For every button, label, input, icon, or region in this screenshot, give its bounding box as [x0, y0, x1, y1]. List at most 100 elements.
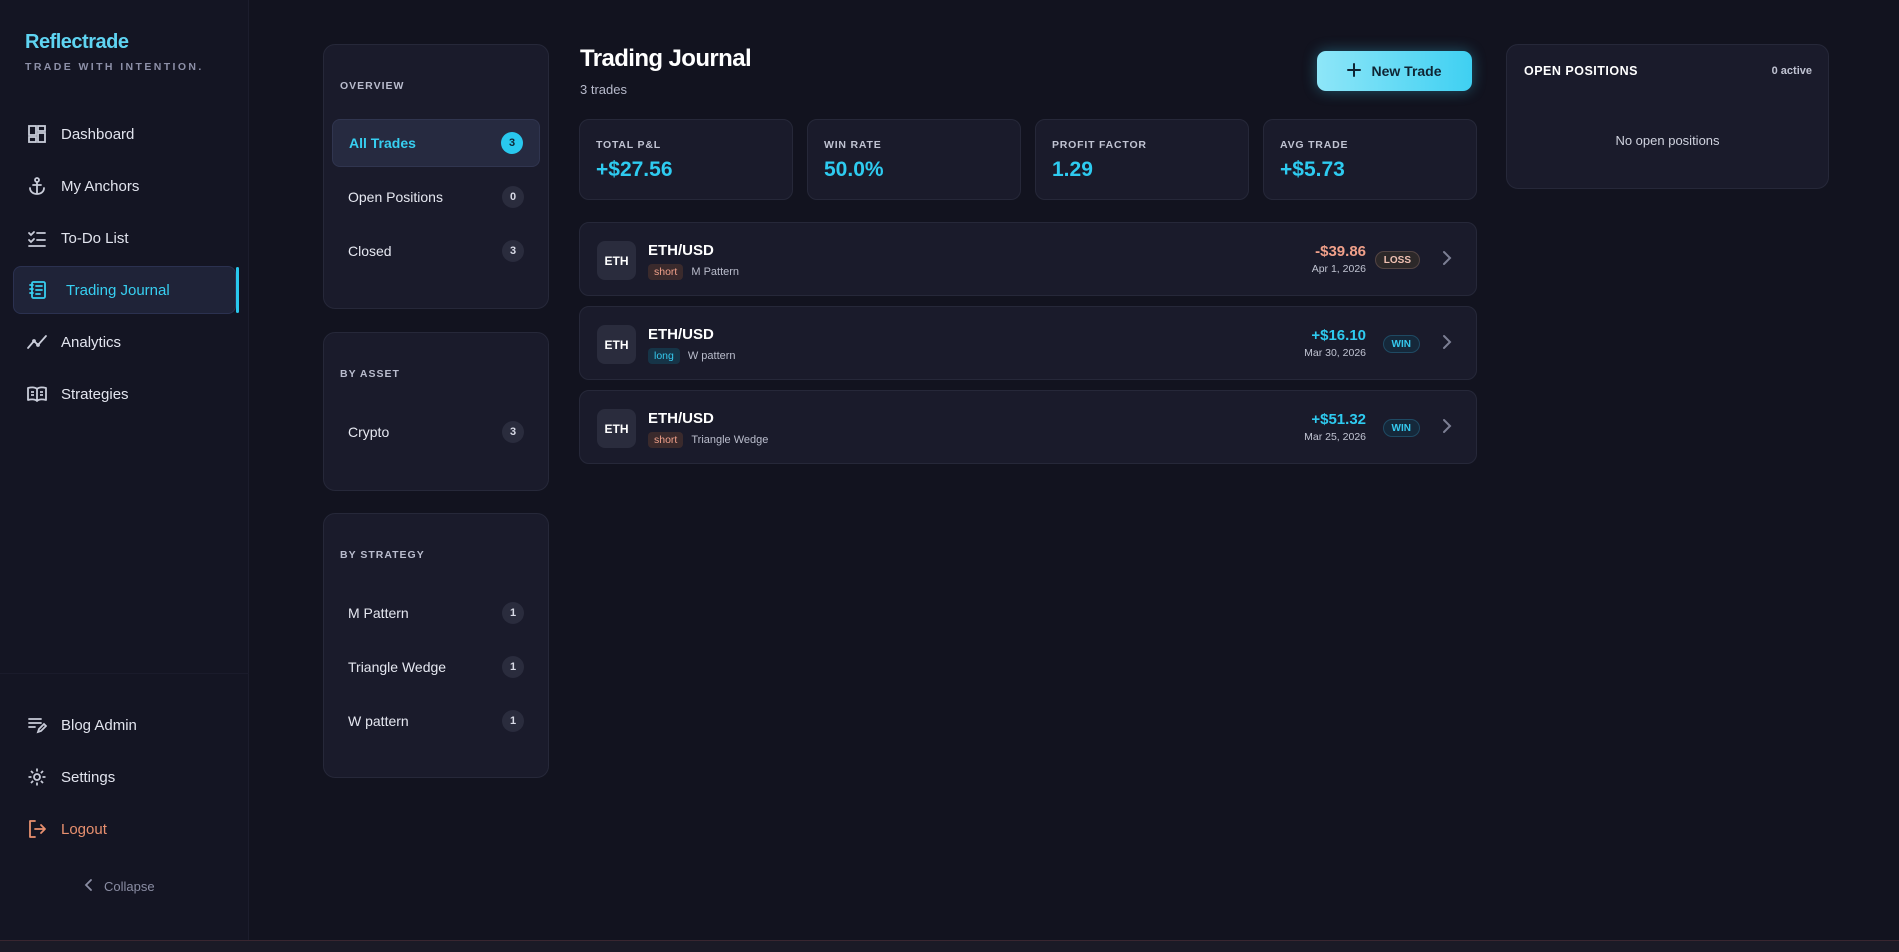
filter-label: All Trades	[349, 135, 416, 151]
collapse-button[interactable]: Collapse	[84, 879, 155, 894]
trade-row[interactable]: ETH ETH/USD long W pattern +$16.10 Mar 3…	[579, 306, 1477, 380]
trade-row[interactable]: ETH ETH/USD short M Pattern -$39.86 Apr …	[579, 222, 1477, 296]
filter-w-pattern[interactable]: W pattern 1	[332, 697, 540, 745]
direction-tag: short	[648, 264, 684, 280]
filter-m-pattern[interactable]: M Pattern 1	[332, 589, 540, 637]
nav-item-label: Logout	[61, 820, 107, 838]
empty-state: No open positions	[1615, 133, 1720, 148]
strategy-label: W pattern	[687, 350, 736, 362]
stat-value: +$27.56	[596, 158, 673, 181]
trade-pair: ETH/USD	[648, 410, 714, 427]
panel-title: OVERVIEW	[340, 80, 405, 92]
gear-icon	[26, 766, 48, 788]
panel-title: BY ASSET	[340, 368, 400, 380]
stat-value: +$5.73	[1280, 158, 1345, 181]
filter-closed[interactable]: Closed 3	[332, 227, 540, 275]
trade-date: Mar 25, 2026	[1304, 431, 1366, 443]
nav-item-strategies[interactable]: Strategies	[13, 370, 236, 418]
nav-item-my-anchors[interactable]: My Anchors	[13, 162, 236, 210]
filter-crypto[interactable]: Crypto 3	[332, 408, 540, 456]
asset-badge: ETH	[597, 241, 636, 280]
panel-title: OPEN POSITIONS	[1524, 64, 1638, 78]
nav-item-label: Trading Journal	[66, 281, 170, 299]
nav-item-todo-list[interactable]: To-Do List	[13, 214, 236, 262]
secondary-nav: Blog Admin Settings Logout	[13, 701, 236, 857]
analytics-icon	[26, 331, 48, 353]
page-title: Trading Journal	[580, 45, 752, 72]
count-badge: 3	[502, 240, 524, 262]
open-positions-panel: OPEN POSITIONS 0 active No open position…	[1506, 44, 1829, 189]
trade-pair: ETH/USD	[648, 326, 714, 343]
new-trade-button[interactable]: New Trade	[1317, 51, 1472, 91]
stat-win-rate: WIN RATE 50.0%	[807, 119, 1021, 200]
count-badge: 1	[502, 710, 524, 732]
direction-tag: long	[648, 348, 680, 364]
stat-value: 50.0%	[824, 158, 884, 181]
book-icon	[26, 383, 48, 405]
nav-item-logout[interactable]: Logout	[13, 805, 236, 853]
overview-panel: OVERVIEW All Trades 3 Open Positions 0 C…	[323, 44, 549, 309]
count-badge: 3	[501, 132, 523, 154]
trade-date: Apr 1, 2026	[1311, 263, 1366, 275]
stat-avg-trade: AVG TRADE +$5.73	[1263, 119, 1477, 200]
stat-label: PROFIT FACTOR	[1052, 139, 1147, 151]
filter-triangle-wedge[interactable]: Triangle Wedge 1	[332, 643, 540, 691]
result-badge: WIN	[1382, 419, 1420, 437]
count-badge: 1	[502, 602, 524, 624]
chevron-right-icon	[1442, 334, 1452, 355]
main-nav: Dashboard My Anchors To-Do List Trading …	[13, 110, 239, 422]
stat-label: WIN RATE	[824, 139, 882, 151]
checklist-icon	[26, 227, 48, 249]
filter-label: M Pattern	[348, 605, 409, 621]
edit-list-icon	[26, 714, 48, 736]
filter-label: Open Positions	[348, 189, 443, 205]
asset-badge: ETH	[597, 409, 636, 448]
filter-label: Crypto	[348, 424, 390, 440]
brand-tagline: TRADE WITH INTENTION.	[25, 61, 204, 73]
stat-label: TOTAL P&L	[596, 139, 661, 151]
nav-item-label: My Anchors	[61, 177, 140, 195]
nav-item-dashboard[interactable]: Dashboard	[13, 110, 236, 158]
chevron-left-icon	[84, 879, 94, 894]
active-count: 0 active	[1771, 65, 1812, 77]
nav-item-label: Analytics	[61, 333, 122, 351]
taskbar	[0, 940, 1899, 952]
count-badge: 0	[502, 186, 524, 208]
nav-item-trading-journal[interactable]: Trading Journal	[13, 266, 239, 314]
trade-count: 3 trades	[580, 82, 627, 97]
filter-all-trades[interactable]: All Trades 3	[332, 119, 540, 167]
collapse-label: Collapse	[104, 879, 155, 894]
filter-label: Closed	[348, 243, 392, 259]
nav-item-label: To-Do List	[61, 229, 129, 247]
by-strategy-panel: BY STRATEGY M Pattern 1 Triangle Wedge 1…	[323, 513, 549, 778]
nav-item-settings[interactable]: Settings	[13, 753, 236, 801]
count-badge: 3	[502, 421, 524, 443]
filter-open-positions[interactable]: Open Positions 0	[332, 173, 540, 221]
trade-row[interactable]: ETH ETH/USD short Triangle Wedge +$51.32…	[579, 390, 1477, 464]
by-asset-panel: BY ASSET Crypto 3	[323, 332, 549, 491]
trade-pnl: -$39.86	[1315, 243, 1366, 260]
asset-badge: ETH	[597, 325, 636, 364]
stat-value: 1.29	[1052, 158, 1093, 181]
stat-label: AVG TRADE	[1280, 139, 1349, 151]
brand-name[interactable]: Reflectrade	[25, 31, 204, 54]
trade-pnl: +$16.10	[1311, 327, 1366, 344]
plus-icon	[1347, 62, 1362, 80]
journal-icon	[27, 279, 49, 301]
nav-item-label: Dashboard	[61, 125, 135, 143]
result-badge: LOSS	[1374, 251, 1420, 269]
trade-pnl: +$51.32	[1311, 411, 1366, 428]
direction-tag: short	[648, 432, 684, 448]
chevron-right-icon	[1442, 418, 1452, 439]
strategy-label: Triangle Wedge	[691, 434, 769, 446]
nav-item-label: Settings	[61, 768, 116, 786]
panel-title: BY STRATEGY	[340, 549, 425, 561]
filter-label: W pattern	[348, 713, 409, 729]
nav-item-blog-admin[interactable]: Blog Admin	[13, 701, 236, 749]
chevron-right-icon	[1442, 250, 1452, 271]
nav-item-analytics[interactable]: Analytics	[13, 318, 236, 366]
result-badge: WIN	[1382, 335, 1420, 353]
sidebar-divider	[0, 673, 249, 674]
stat-total-pnl: TOTAL P&L +$27.56	[579, 119, 793, 200]
dashboard-icon	[26, 123, 48, 145]
